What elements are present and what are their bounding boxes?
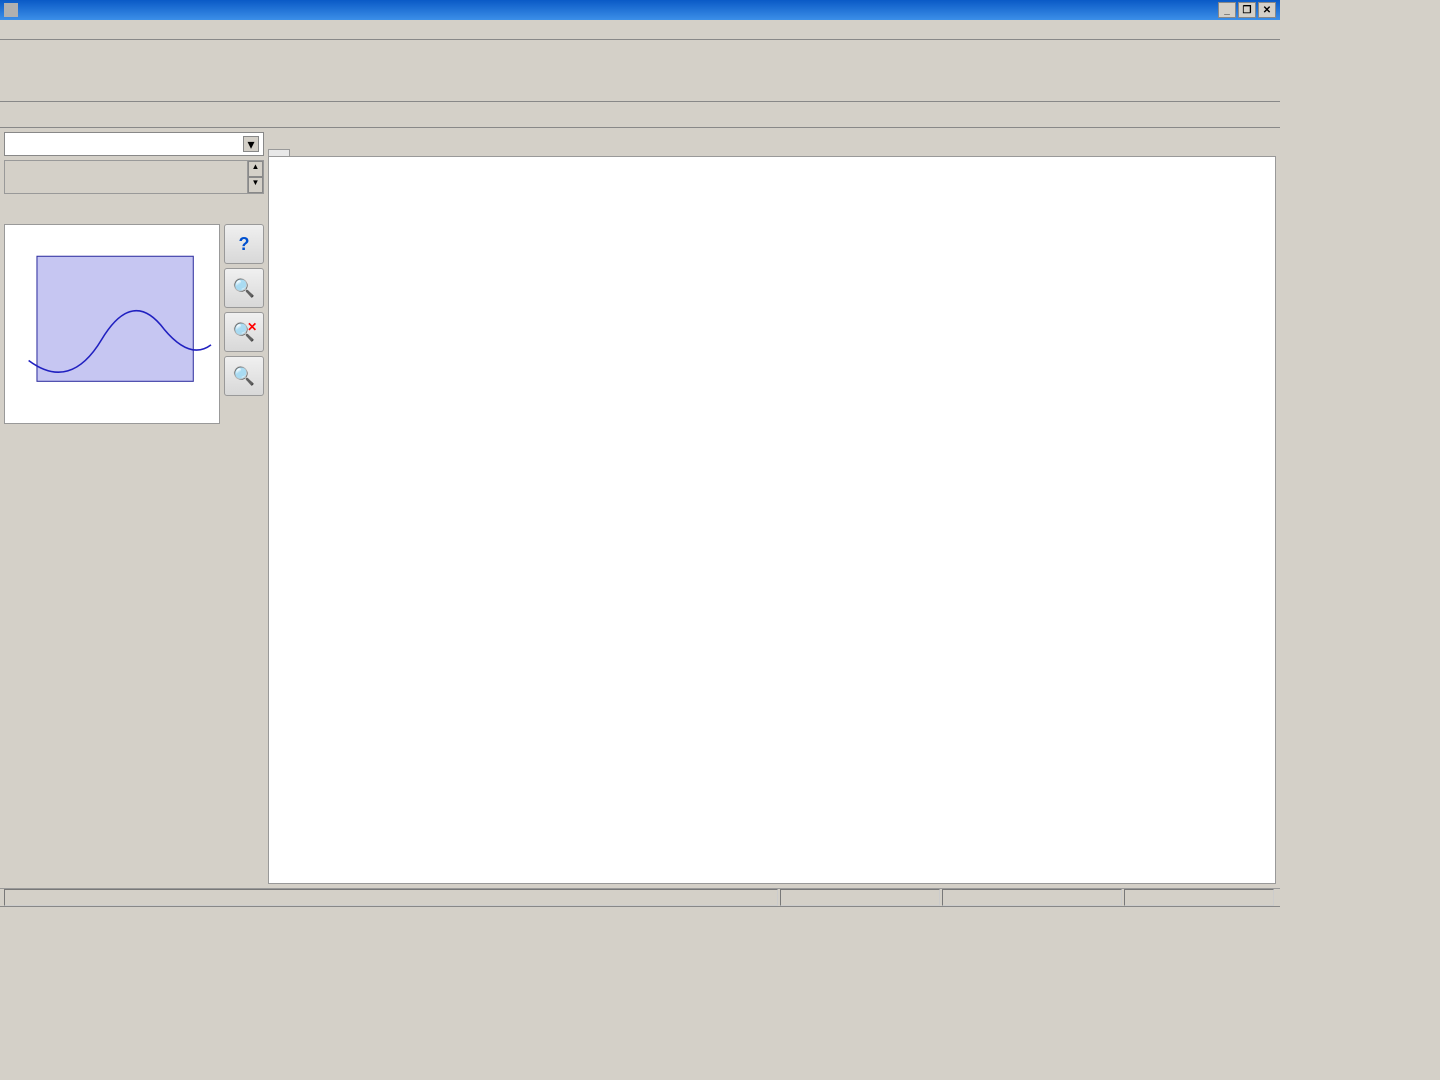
main-toolbar xyxy=(0,40,1280,102)
main-area: ▾ ▲ ▼ ? 🔍 🔍✕ 🔍 xyxy=(0,128,1280,888)
status-bar xyxy=(0,888,1280,906)
close-button[interactable]: ✕ xyxy=(1258,2,1276,18)
status-force xyxy=(942,889,1122,906)
view-tabs xyxy=(268,132,1276,156)
palette-subtabs xyxy=(4,198,264,220)
icon-palette: ▲ ▼ xyxy=(4,160,264,194)
zoom-select-icon[interactable]: 🔍 xyxy=(224,268,264,308)
tab-bar xyxy=(0,102,1280,128)
status-empty xyxy=(4,889,778,906)
fkey-bar xyxy=(0,906,1280,960)
right-panel xyxy=(268,132,1276,884)
status-user xyxy=(1124,889,1274,906)
scroll-up-icon[interactable]: ▲ xyxy=(248,161,263,177)
chevron-down-icon[interactable]: ▾ xyxy=(243,136,259,152)
left-panel: ▾ ▲ ▼ ? 🔍 🔍✕ 🔍 xyxy=(4,132,264,884)
palette-scrollbar[interactable]: ▲ ▼ xyxy=(247,161,263,193)
titlebar: _ ❐ ✕ xyxy=(0,0,1280,20)
maximize-button[interactable]: ❐ xyxy=(1238,2,1256,18)
menubar xyxy=(0,20,1280,40)
general-view-tab[interactable] xyxy=(268,149,290,156)
zoom-in-icon[interactable]: 🔍 xyxy=(224,356,264,396)
minimize-button[interactable]: _ xyxy=(1218,2,1236,18)
scroll-down-icon[interactable]: ▼ xyxy=(248,177,263,193)
preview-tools: ? 🔍 🔍✕ 🔍 xyxy=(224,224,264,424)
chart-canvas[interactable] xyxy=(268,156,1276,884)
help-icon[interactable]: ? xyxy=(224,224,264,264)
zoom-reset-icon[interactable]: 🔍✕ xyxy=(224,312,264,352)
status-device xyxy=(780,889,940,906)
command-filter-combo[interactable]: ▾ xyxy=(4,132,264,156)
app-icon xyxy=(4,3,18,17)
profile-preview xyxy=(4,224,220,424)
